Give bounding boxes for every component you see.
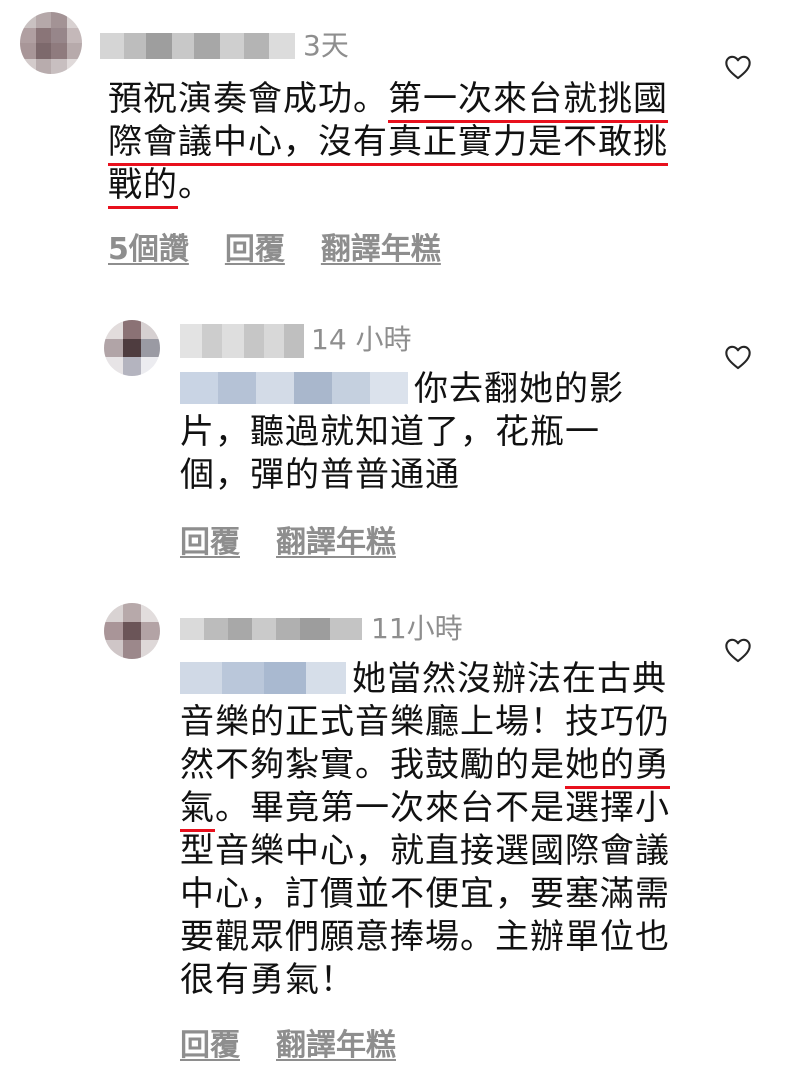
- username-blurred[interactable]: [180, 324, 304, 358]
- mention-blurred[interactable]: [180, 662, 346, 694]
- reply-link[interactable]: 回覆: [180, 1028, 240, 1063]
- username-blurred[interactable]: [100, 33, 295, 59]
- reply-link[interactable]: 回覆: [180, 525, 240, 560]
- like-heart-icon[interactable]: [724, 637, 752, 663]
- comment-text: 她當然沒辦法在古典音樂的正式音樂廳上場！技巧仍然不夠紮實。我鼓勵的是她的勇氣。畢…: [180, 658, 680, 1002]
- comment-text-plain: 預祝演奏會成功。: [108, 79, 388, 119]
- like-heart-icon[interactable]: [724, 54, 752, 80]
- translate-link[interactable]: 翻譯年糕: [276, 525, 396, 560]
- comment-text-rest: 。畢竟第一次來台不是選擇小型音樂中心，就直接選國際會議中心，訂價並不便宜，要塞滿…: [180, 788, 670, 1000]
- avatar[interactable]: [104, 603, 160, 659]
- comment-text: 你去翻她的影片，聽過就知道了，花瓶一個，彈的普普通通: [180, 368, 660, 497]
- comment-text-end: 。: [178, 165, 213, 205]
- translate-link[interactable]: 翻譯年糕: [276, 1028, 396, 1063]
- comment-time: 3天: [303, 29, 349, 62]
- username-blurred[interactable]: [180, 618, 362, 640]
- comment-time: 11小時: [371, 612, 463, 645]
- like-heart-icon[interactable]: [724, 344, 752, 370]
- avatar[interactable]: [104, 320, 160, 376]
- comment-text: 預祝演奏會成功。第一次來台就挑國際會議中心，沒有真正實力是不敢挑戰的。: [108, 78, 686, 209]
- translate-link[interactable]: 翻譯年糕: [321, 232, 441, 267]
- comment-time: 14 小時: [311, 323, 412, 356]
- avatar[interactable]: [20, 12, 82, 74]
- comment-actions: 回覆 翻譯年糕: [180, 1020, 432, 1064]
- likes-count-link[interactable]: 5個讚: [108, 232, 189, 267]
- reply-link[interactable]: 回覆: [225, 232, 285, 267]
- mention-blurred[interactable]: [180, 372, 408, 404]
- comment-actions: 5個讚 回覆 翻譯年糕: [108, 224, 477, 268]
- comment-actions: 回覆 翻譯年糕: [180, 517, 432, 561]
